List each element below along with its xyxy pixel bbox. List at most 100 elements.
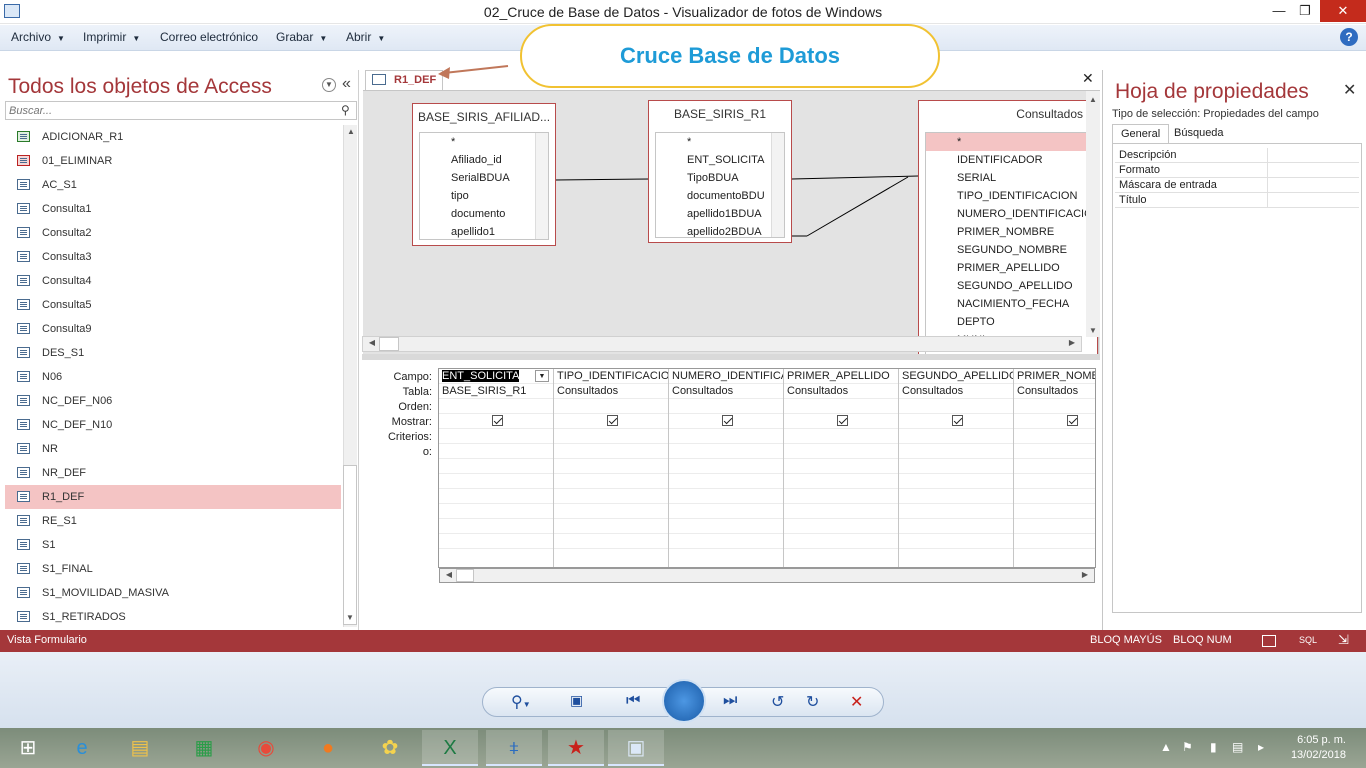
prop-row-descripcion[interactable]: Descripción [1115,148,1359,163]
grid-empty-cell[interactable] [899,504,1013,519]
nav-item-nc-def-n10[interactable]: NC_DEF_N10 [5,413,341,437]
grid-tabla-cell[interactable]: Consultados [669,384,783,399]
nav-item-nr-def[interactable]: NR_DEF [5,461,341,485]
scroll-thumb[interactable] [379,337,399,351]
rotate-left-icon[interactable]: ↺ [771,692,784,712]
nav-item-adicionar-r1[interactable]: ADICIONAR_R1 [5,125,341,149]
grid-empty-cell[interactable] [1014,459,1095,474]
grid-empty-cell[interactable] [784,504,898,519]
scroll-left-icon[interactable]: ◀ [365,338,379,347]
scroll-down-icon[interactable]: ▼ [1086,326,1100,335]
battery-icon[interactable]: ▮ [1210,740,1217,754]
grid-empty-cell[interactable] [669,429,783,444]
grid-empty-cell[interactable] [899,534,1013,549]
grid-campo-cell[interactable]: TIPO_IDENTIFICACION [554,369,668,384]
grid-campo-cell[interactable]: PRIMER_APELLIDO [784,369,898,384]
grid-tabla-cell[interactable]: Consultados [1014,384,1095,399]
grid-empty-cell[interactable] [899,474,1013,489]
grid-orden-cell[interactable] [784,399,898,414]
grid-empty-cell[interactable] [1014,489,1095,504]
table-field[interactable]: IDENTIFICADOR [926,151,1098,169]
nav-item-re-s1[interactable]: RE_S1 [5,509,341,533]
show-hidden-icons-icon[interactable]: ▲ [1160,740,1172,754]
grid-empty-cell[interactable] [784,459,898,474]
nav-item-consulta1[interactable]: Consulta1 [5,197,341,221]
volume-icon[interactable]: ▸ [1258,740,1264,754]
grid-empty-cell[interactable] [439,429,553,444]
table-field[interactable]: tipo [420,187,548,205]
internet-explorer-icon[interactable]: e [54,730,110,766]
excel-icon[interactable]: X [422,730,478,766]
table-field[interactable]: * [656,133,784,151]
actual-size-icon[interactable]: ▣ [570,692,583,709]
grid-empty-cell[interactable] [669,534,783,549]
grid-empty-cell[interactable] [554,504,668,519]
table-field[interactable]: apellido2BDUA [656,223,784,237]
grid-empty-cell[interactable] [439,474,553,489]
table-field[interactable]: apellido1BDUA [656,205,784,223]
table-field[interactable]: Afiliado_id [420,151,548,169]
grid-orden-cell[interactable] [1014,399,1095,414]
table-field[interactable]: TIPO_IDENTIFICACION [926,187,1098,205]
grid-empty-cell[interactable] [784,429,898,444]
grid-empty-cell[interactable] [439,459,553,474]
nav-item-consulta4[interactable]: Consulta4 [5,269,341,293]
visual-studio-icon[interactable]: ⧧ [486,730,542,766]
grid-empty-cell[interactable] [554,444,668,459]
table-header[interactable]: Consultados [919,101,1097,127]
field-scrollbar[interactable] [535,133,548,239]
grid-orden-cell[interactable] [439,399,553,414]
table-field[interactable]: PRIMER_NOMBRE [926,223,1098,241]
tab-r1-def[interactable]: R1_DEF [365,70,443,90]
grid-orden-cell[interactable] [669,399,783,414]
grid-empty-cell[interactable] [899,459,1013,474]
grid-orden-cell[interactable] [899,399,1013,414]
grid-empty-cell[interactable] [784,519,898,534]
relationship-vertical-scrollbar[interactable]: ▲ ▼ [1086,91,1100,337]
nav-item-des-s1[interactable]: DES_S1 [5,341,341,365]
grid-empty-cell[interactable] [899,519,1013,534]
sql-view-icon[interactable]: SQL [1299,635,1317,645]
grid-tabla-cell[interactable]: Consultados [554,384,668,399]
field-scrollbar[interactable] [771,133,784,237]
grid-empty-cell[interactable] [669,504,783,519]
firefox-icon[interactable]: ● [300,730,356,766]
table-field[interactable]: ENT_SOLICITA [656,151,784,169]
grid-empty-cell[interactable] [1014,474,1095,489]
grid-tabla-cell[interactable]: BASE_SIRIS_R1 [439,384,553,399]
grid-empty-cell[interactable] [669,444,783,459]
chrome-icon[interactable]: ◉ [238,730,294,766]
paint-icon[interactable]: ✿ [362,730,418,766]
show-checkbox[interactable] [722,415,733,426]
grid-campo-cell[interactable]: NUMERO_IDENTIFICA [669,369,783,384]
grid-empty-cell[interactable] [669,489,783,504]
grid-campo-cell[interactable]: SEGUNDO_APELLIDO [899,369,1013,384]
grid-empty-cell[interactable] [554,429,668,444]
grid-tabla-cell[interactable]: Consultados [899,384,1013,399]
scroll-right-icon[interactable]: ▶ [1065,338,1079,347]
star-app-icon[interactable]: ★ [548,730,604,766]
grid-empty-cell[interactable] [439,489,553,504]
table-field[interactable]: documento [420,205,548,223]
grid-empty-cell[interactable] [1014,504,1095,519]
grid-empty-cell[interactable] [784,444,898,459]
table-box-consultados[interactable]: Consultados * IDENTIFICADOR SERIAL TIPO_IDE… [918,100,1099,358]
system-clock[interactable]: 6:05 p. m. 13/02/2018 [1286,733,1346,763]
table-field[interactable]: NUMERO_IDENTIFICACIO [926,205,1098,223]
grid-empty-cell[interactable] [784,489,898,504]
grid-empty-cell[interactable] [1014,534,1095,549]
nav-item-consulta5[interactable]: Consulta5 [5,293,341,317]
start-icon[interactable]: ⊞ [0,730,56,766]
close-query-icon[interactable]: ✕ [1082,70,1094,87]
grid-campo-cell[interactable]: ENT_SOLICITA ▼ [439,369,553,384]
scroll-up-icon[interactable]: ▲ [1086,95,1100,104]
show-checkbox[interactable] [952,415,963,426]
pane-splitter[interactable] [362,354,1100,360]
grid-empty-cell[interactable] [1014,519,1095,534]
scroll-thumb[interactable] [456,569,474,582]
nav-item-s1-final[interactable]: S1_FINAL [5,557,341,581]
show-checkbox[interactable] [492,415,503,426]
nav-item-consulta3[interactable]: Consulta3 [5,245,341,269]
tab-busqueda[interactable]: Búsqueda [1166,124,1232,144]
nav-item-nr[interactable]: NR [5,437,341,461]
